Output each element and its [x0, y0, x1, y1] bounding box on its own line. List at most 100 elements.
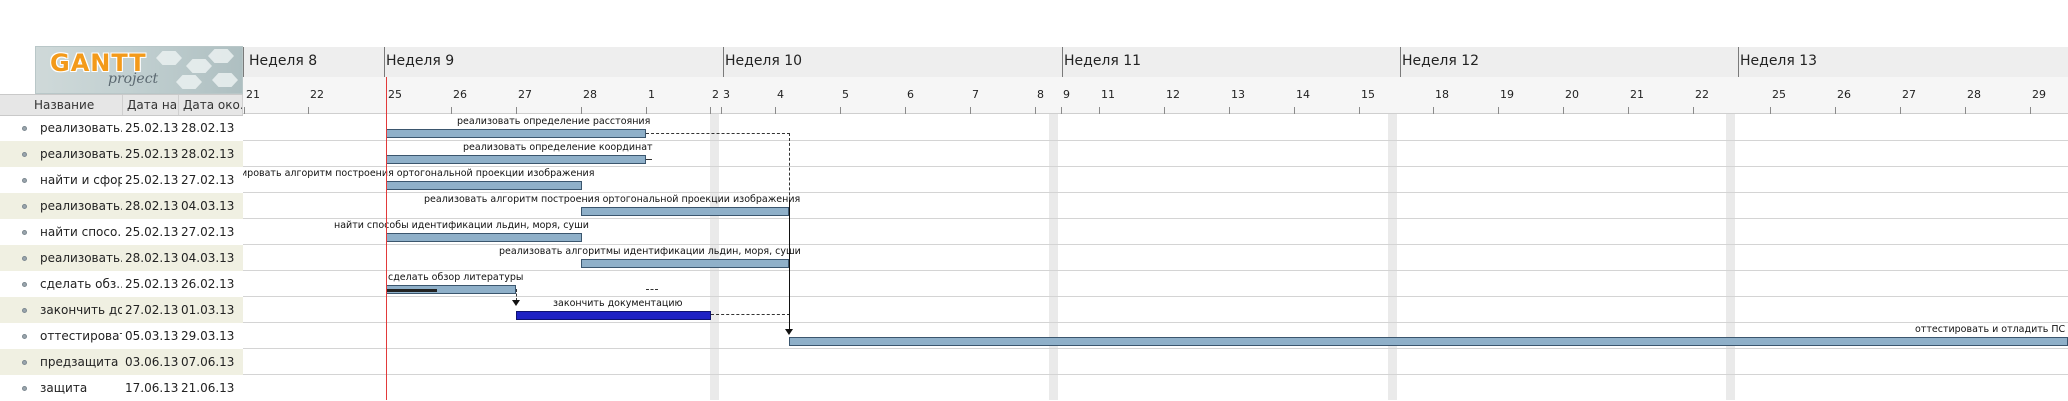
- task-start-date[interactable]: 27.02.13: [125, 297, 179, 323]
- task-start-date[interactable]: 05.03.13: [125, 323, 179, 349]
- task-bar-label: ировать алгоритм построения ортогонально…: [243, 168, 595, 179]
- task-end-date[interactable]: 01.03.13: [181, 297, 243, 323]
- task-row[interactable]: предзащита 03.06.13 07.06.13: [0, 349, 243, 375]
- task-name[interactable]: закончить до...: [40, 297, 122, 323]
- day-tick: [1164, 107, 1165, 114]
- task-name[interactable]: реализовать...: [40, 141, 122, 167]
- task-name[interactable]: найти спосо...: [40, 219, 122, 245]
- task-bar[interactable]: [386, 129, 646, 138]
- task-start-date[interactable]: 25.02.13: [125, 219, 179, 245]
- task-start-date[interactable]: 25.02.13: [125, 271, 179, 297]
- day-label: 2: [712, 88, 719, 101]
- task-end-date[interactable]: 04.03.13: [181, 193, 243, 219]
- task-name[interactable]: найти и сфор...: [40, 167, 122, 193]
- gantt-chart-area[interactable]: Неделя 8 Неделя 9 Неделя 10 Неделя 11 Неделя…: [243, 0, 2068, 400]
- logo-hex-shape: [208, 49, 234, 63]
- task-end-date[interactable]: 21.06.13: [181, 375, 243, 401]
- task-bar[interactable]: [581, 207, 789, 216]
- task-bar-label: реализовать определение расстояния: [457, 116, 651, 127]
- task-bullet-icon: [22, 386, 27, 391]
- task-name[interactable]: реализовать...: [40, 193, 122, 219]
- day-tick: [905, 107, 906, 114]
- task-name[interactable]: защита: [40, 375, 122, 401]
- task-end-date[interactable]: 28.02.13: [181, 115, 243, 141]
- task-end-date[interactable]: 04.03.13: [181, 245, 243, 271]
- task-row[interactable]: реализовать...25.02.1328.02.13: [0, 141, 243, 167]
- day-tick: [1359, 107, 1360, 114]
- logo-hex-shape: [186, 59, 212, 73]
- task-name[interactable]: сделать обз...: [40, 271, 122, 297]
- task-bar[interactable]: [581, 259, 789, 268]
- task-end-date[interactable]: 27.02.13: [181, 167, 243, 193]
- task-bullet-icon: [22, 178, 27, 183]
- column-header-end-date[interactable]: Дата око...: [179, 95, 243, 115]
- task-bullet-icon: [22, 360, 27, 365]
- task-bar[interactable]: [386, 285, 516, 294]
- task-row[interactable]: реализовать...28.02.1304.03.13: [0, 245, 243, 271]
- task-row[interactable]: реализовать...25.02.1328.02.13: [0, 115, 243, 141]
- task-row[interactable]: закончить до...27.02.1301.03.13: [0, 297, 243, 323]
- task-name[interactable]: реализовать...: [40, 245, 122, 271]
- task-end-date[interactable]: 26.02.13: [181, 271, 243, 297]
- day-label: 27: [1902, 88, 1916, 101]
- column-header-start-date[interactable]: Дата на...: [123, 95, 179, 115]
- weekend-column: [1049, 114, 1058, 400]
- row-grid-line: [243, 374, 2068, 375]
- task-name[interactable]: предзащита: [40, 349, 122, 375]
- day-label: 18: [1435, 88, 1449, 101]
- task-bar[interactable]: [789, 337, 2068, 346]
- column-header-name[interactable]: Название: [0, 95, 123, 115]
- task-start-date[interactable]: 17.06.13: [125, 375, 179, 401]
- task-start-date[interactable]: 25.02.13: [125, 141, 179, 167]
- row-grid-line: [243, 270, 2068, 271]
- task-bar[interactable]: [516, 311, 711, 320]
- day-tick: [1770, 107, 1771, 114]
- task-bullet-icon: [22, 126, 27, 131]
- task-start-date[interactable]: 03.06.13: [125, 349, 179, 375]
- day-tick: [2030, 107, 2031, 114]
- task-bar[interactable]: [386, 155, 646, 164]
- task-name[interactable]: оттестироват...: [40, 323, 122, 349]
- logo-hex-shape: [156, 51, 182, 65]
- day-label: 6: [907, 88, 914, 101]
- week-label: Неделя 8: [249, 53, 318, 69]
- task-row[interactable]: найти и сфор...25.02.1327.02.13: [0, 167, 243, 193]
- dependency-connector: [711, 314, 790, 315]
- logo-subtitle: project: [108, 71, 159, 87]
- task-bar[interactable]: [386, 233, 582, 242]
- task-start-date[interactable]: 25.02.13: [125, 167, 179, 193]
- task-row[interactable]: оттестироват...05.03.1329.03.13: [0, 323, 243, 349]
- task-bar-label: найти способы идентификации льдин, моря,…: [334, 220, 589, 231]
- task-row[interactable]: найти спосо... 25.02.13 27.02.13: [0, 219, 243, 245]
- task-end-date[interactable]: 29.03.13: [181, 323, 243, 349]
- day-tick: [1693, 107, 1694, 114]
- day-label: 28: [583, 88, 597, 101]
- day-tick: [1229, 107, 1230, 114]
- task-row[interactable]: реализовать...28.02.1304.03.13: [0, 193, 243, 219]
- task-start-date[interactable]: 25.02.13: [125, 115, 179, 141]
- row-grid-line: [243, 218, 2068, 219]
- weekend-column: [710, 114, 719, 400]
- day-label: 20: [1565, 88, 1579, 101]
- day-label: 26: [453, 88, 467, 101]
- dependency-connector: [646, 159, 652, 160]
- task-name[interactable]: реализовать...: [40, 115, 122, 141]
- task-end-date[interactable]: 27.02.13: [181, 219, 243, 245]
- day-tick: [1628, 107, 1629, 114]
- day-label: 28: [1967, 88, 1981, 101]
- dependency-connector: [646, 289, 658, 290]
- task-row[interactable]: сделать обз... 25.02.13 26.02.13: [0, 271, 243, 297]
- day-tick: [1965, 107, 1966, 114]
- week-label: Неделя 9: [386, 53, 455, 69]
- task-start-date[interactable]: 28.02.13: [125, 245, 179, 271]
- task-row[interactable]: защита 17.06.13 21.06.13: [0, 375, 243, 401]
- task-end-date[interactable]: 07.06.13: [181, 349, 243, 375]
- task-bar[interactable]: [386, 181, 582, 190]
- day-tick: [1294, 107, 1295, 114]
- day-tick: [970, 107, 971, 114]
- task-end-date[interactable]: 28.02.13: [181, 141, 243, 167]
- day-tick: [1498, 107, 1499, 114]
- task-start-date[interactable]: 28.02.13: [125, 193, 179, 219]
- day-label: 4: [777, 88, 784, 101]
- logo-hex-shape: [176, 75, 202, 89]
